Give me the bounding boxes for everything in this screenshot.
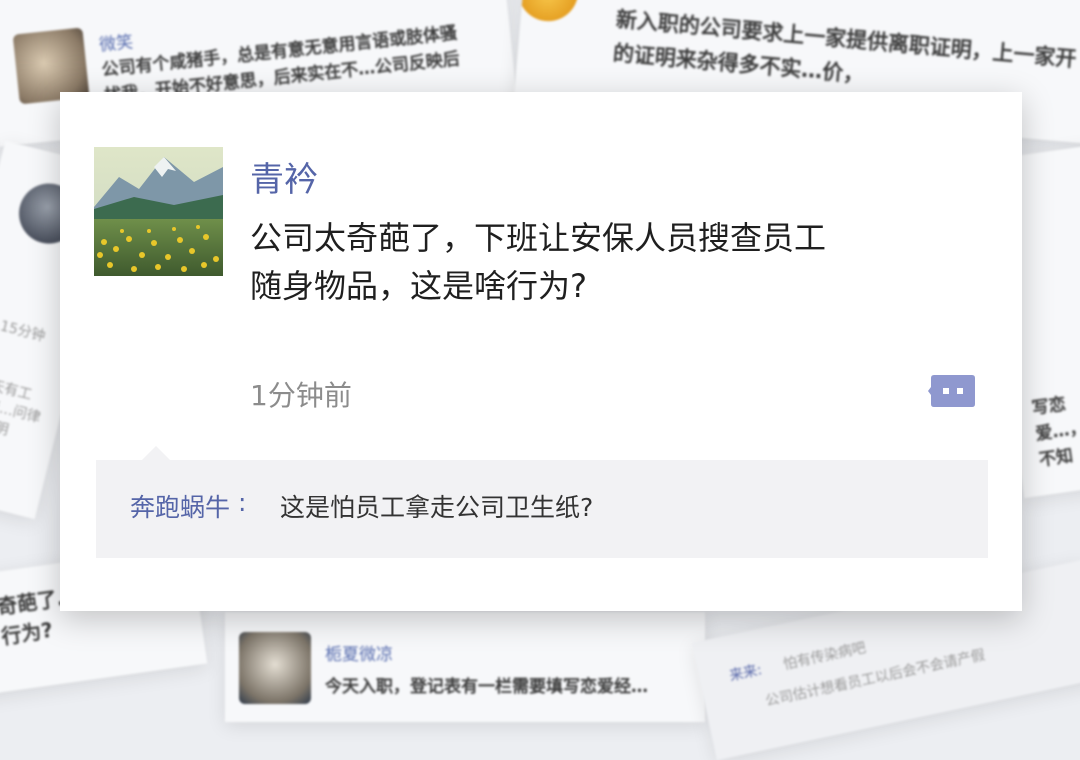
user-avatar[interactable] bbox=[94, 147, 223, 276]
background-post-text: 天有工资…问律说明 bbox=[0, 377, 43, 439]
post-content-line: 随身物品，这是啥行为? bbox=[250, 267, 587, 305]
background-username: 微笑 bbox=[98, 32, 135, 56]
comment-text: 这是怕员工拿走公司卫生纸? bbox=[280, 493, 594, 522]
background-comment-text: 怕有传染病吧 bbox=[781, 640, 868, 674]
post-username[interactable]: 青衿 bbox=[250, 152, 318, 201]
background-commenter: 来来: bbox=[728, 662, 764, 685]
background-timestamp: 15分钟 bbox=[0, 318, 47, 345]
post-content: 公司太奇葩了，下班让安保人员搜查员工 随身物品，这是啥行为? bbox=[250, 214, 970, 310]
post-content-line: 公司太奇葩了，下班让安保人员搜查员工 bbox=[250, 219, 827, 257]
pineapple-avatar bbox=[515, 0, 581, 24]
cat-avatar bbox=[239, 632, 311, 704]
post-timestamp: 1分钟前 bbox=[250, 379, 352, 412]
background-post-card: 栀夏微凉 今天入职，登记表有一栏需要填写恋爱经… bbox=[225, 612, 705, 722]
background-username: 栀夏微凉 bbox=[325, 645, 393, 665]
comment-author[interactable]: 奔跑蜗牛 bbox=[130, 488, 230, 524]
comment-button[interactable] bbox=[928, 373, 976, 409]
comment-bubble-icon bbox=[928, 375, 975, 407]
background-post-text: 今天入职，登记表有一栏需要填写恋爱经… bbox=[325, 677, 648, 697]
comment-separator: : bbox=[238, 488, 247, 517]
background-post-text: 写恋爱…，不知 bbox=[1030, 394, 1080, 471]
comment-box: 奔跑蜗牛 : 这是怕员工拿走公司卫生纸? bbox=[96, 446, 988, 558]
post-card: 青衿 公司太奇葩了，下班让安保人员搜查员工 随身物品，这是啥行为? 1分钟前 奔… bbox=[60, 92, 1022, 611]
landscape-avatar-image bbox=[94, 147, 223, 276]
